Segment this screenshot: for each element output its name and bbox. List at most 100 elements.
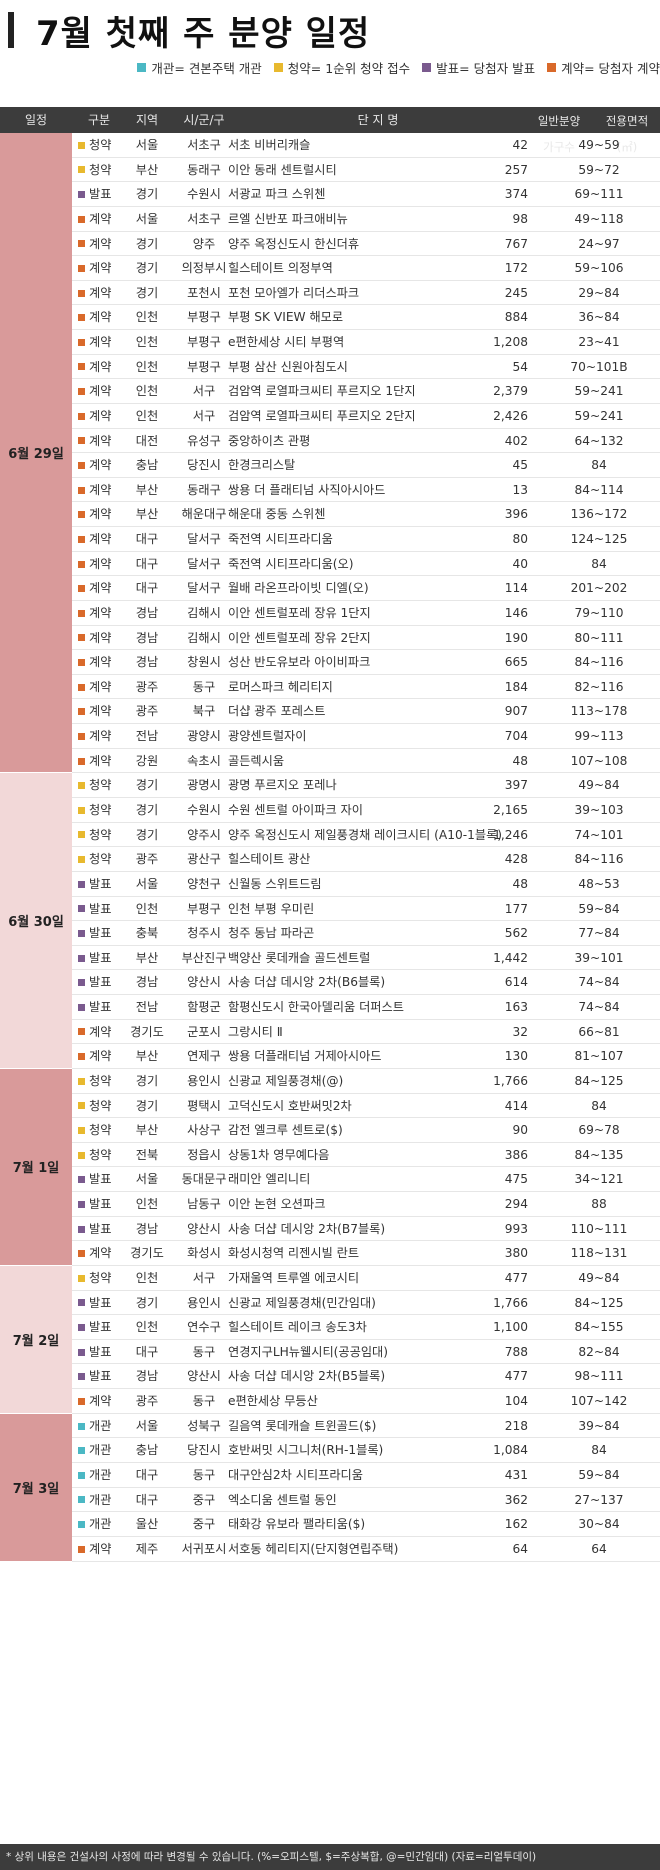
cell-type: 계약 — [89, 408, 112, 423]
cell-units: 90 — [512, 1123, 528, 1138]
legend-item: 청약= 1순위 청약 접수 — [273, 58, 410, 77]
table-row: 계약 부산 동래구 쌍용 더 플래티넘 사직아시아드 13 84~114 — [72, 478, 660, 503]
cell-type: 계약 — [89, 679, 112, 694]
cell-area: 59~84 — [578, 901, 620, 916]
legend-label: 발표= 당첨자 발표 — [436, 61, 536, 76]
cell-type: 계약 — [89, 1024, 112, 1039]
cell-type: 청약 — [89, 1147, 112, 1162]
cell-region: 경기도 — [130, 1246, 164, 1261]
status-square-icon — [78, 1471, 85, 1479]
cell-region: 서울 — [135, 211, 159, 226]
cell-type: 발표 — [89, 876, 112, 891]
table-row: 계약 경기 포천시 포천 모아엘가 리더스파크 245 29~84 — [72, 281, 660, 306]
table-row: 청약 서울 서초구 서초 비버리캐슬 42 49~59 — [72, 133, 660, 158]
legend-swatch — [137, 63, 147, 72]
cell-units: 163 — [504, 1000, 528, 1015]
table-row: 계약 경남 창원시 성산 반도유보라 아이비파크 665 84~116 — [72, 650, 660, 675]
date-group: 7월 1일 청약 경기 용인시 신광교 제일풍경채(@) 1,766 84~125 청약 경기 평… — [0, 1068, 660, 1266]
cell-region: 강원 — [135, 753, 159, 768]
cell-region: 대구 — [135, 1468, 159, 1482]
cell-units: 402 — [504, 433, 528, 448]
table-row: 발표 경남 양산시 사송 더샵 데시앙 2차(B5블록) 477 98~111 — [72, 1364, 660, 1390]
cell-units: 13 — [512, 482, 528, 497]
cell-type: 개관 — [89, 1517, 112, 1532]
status-square-icon — [78, 1545, 85, 1553]
cell-units: 993 — [504, 1221, 528, 1236]
cell-units: 477 — [504, 1369, 528, 1384]
table-row: 발표 경기 용인시 신광교 제일풍경채(민간임대) 1,766 84~125 — [72, 1291, 660, 1316]
cell-type: 계약 — [89, 1049, 112, 1064]
cell-region: 경남 — [135, 975, 159, 990]
cell-region: 충남 — [135, 458, 159, 473]
table-row: 계약 인천 부평구 e편한세상 시티 부평역 1,208 23~41 — [72, 330, 660, 355]
table-row: 계약 부산 연제구 쌍용 더플래티넘 거제아시아드 130 81~107 — [72, 1044, 660, 1069]
table-row: 계약 광주 동구 e편한세상 무등산 104 107~142 — [72, 1389, 660, 1414]
cell-region: 경기 — [135, 1098, 159, 1113]
cell-type: 청약 — [89, 852, 112, 867]
cell-region: 인천 — [135, 384, 159, 399]
cell-region: 광주 — [135, 1394, 159, 1409]
header-date: 일정 — [24, 113, 48, 127]
table-row: 개관 대구 중구 엑소디움 센트럴 동인 362 27~137 — [72, 1488, 660, 1513]
cell-units: 32 — [512, 1024, 528, 1039]
cell-type: 계약 — [89, 704, 112, 719]
table-row: 발표 서울 양천구 신월동 스위트드림 48 48~53 — [72, 872, 660, 897]
cell-area: 84 — [591, 458, 607, 473]
cell-region: 대전 — [135, 433, 159, 448]
cell-region: 인천 — [135, 1270, 159, 1285]
status-square-icon — [78, 1422, 85, 1430]
table-row: 발표 경남 양산시 사송 더샵 데시앙 2차(B7블록) 993 110~111 — [72, 1217, 660, 1242]
status-square-icon — [78, 314, 85, 322]
legend-item: 개관= 견본주택 개관 — [137, 58, 262, 77]
cell-area: 59~241 — [574, 408, 624, 423]
cell-region: 서울 — [135, 1172, 159, 1187]
cell-units: 54 — [512, 359, 528, 374]
cell-type: 발표 — [89, 1172, 112, 1187]
cell-region: 대구 — [135, 532, 159, 547]
status-square-icon — [78, 585, 85, 593]
status-square-icon — [78, 782, 85, 790]
status-square-icon — [78, 880, 85, 888]
table-row: 청약 전북 정읍시 상동1차 영무예다음 386 84~135 — [72, 1143, 660, 1168]
table-row: 계약 경기도 군포시 그랑시티 Ⅱ 32 66~81 — [72, 1020, 660, 1045]
cell-region: 광주 — [135, 852, 159, 867]
status-square-icon — [78, 1496, 85, 1504]
status-square-icon — [78, 979, 85, 987]
cell-region: 부산 — [135, 507, 159, 522]
cell-type: 계약 — [89, 384, 112, 399]
table-row: 계약 경기도 화성시 화성시청역 리젠시빌 란트 380 118~131 — [72, 1241, 660, 1266]
status-square-icon — [78, 905, 85, 913]
cell-area: 23~41 — [578, 335, 620, 350]
cell-type: 청약 — [89, 803, 112, 817]
date-group: 6월 30일 청약 경기 광명시 광명 푸르지오 포레나 397 49~84 청약 경기 수원시 수… — [0, 773, 660, 1069]
cell-type: 계약 — [89, 285, 112, 300]
cell-units: 184 — [504, 679, 528, 694]
cell-area: 77~84 — [578, 926, 620, 941]
cell-area: 69~111 — [574, 187, 624, 202]
cell-area: 88 — [591, 1197, 607, 1212]
date-cell: 7월 3일 — [0, 1413, 72, 1562]
cell-type: 발표 — [89, 1369, 112, 1384]
table-row: 개관 충남 당진시 호반써밋 시그니처(RH-1블록) 1,084 84 — [72, 1438, 660, 1463]
cell-units: 1,208 — [493, 335, 528, 350]
cell-type: 계약 — [89, 581, 112, 596]
table-row: 계약 서울 서초구 르엘 신반포 파크애비뉴 98 49~118 — [72, 207, 660, 232]
cell-area: 82~116 — [574, 679, 624, 694]
cell-units: 386 — [504, 1147, 528, 1162]
cell-region: 경남 — [135, 1221, 159, 1236]
status-square-icon — [78, 338, 85, 346]
cell-region: 경남 — [135, 655, 159, 670]
cell-units: 80 — [512, 532, 528, 547]
cell-region: 경기 — [135, 1073, 159, 1088]
cell-units: 45 — [512, 458, 528, 473]
cell-area: 74~84 — [578, 975, 620, 990]
cell-type: 계약 — [89, 310, 112, 325]
table-row: 청약 광주 광산구 힐스테이트 광산 428 84~116 — [72, 847, 660, 872]
status-square-icon — [78, 511, 85, 519]
schedule-table: 일정 구분 지역 시/군/구 단 지 명 일반분양 가구수 전용면적 (㎡) 6월 … — [0, 107, 660, 1562]
status-square-icon — [78, 240, 85, 248]
cell-area: 59~72 — [578, 162, 620, 177]
cell-units: 884 — [504, 310, 528, 325]
cell-area: 27~137 — [574, 1492, 624, 1507]
cell-units: 431 — [504, 1468, 528, 1482]
